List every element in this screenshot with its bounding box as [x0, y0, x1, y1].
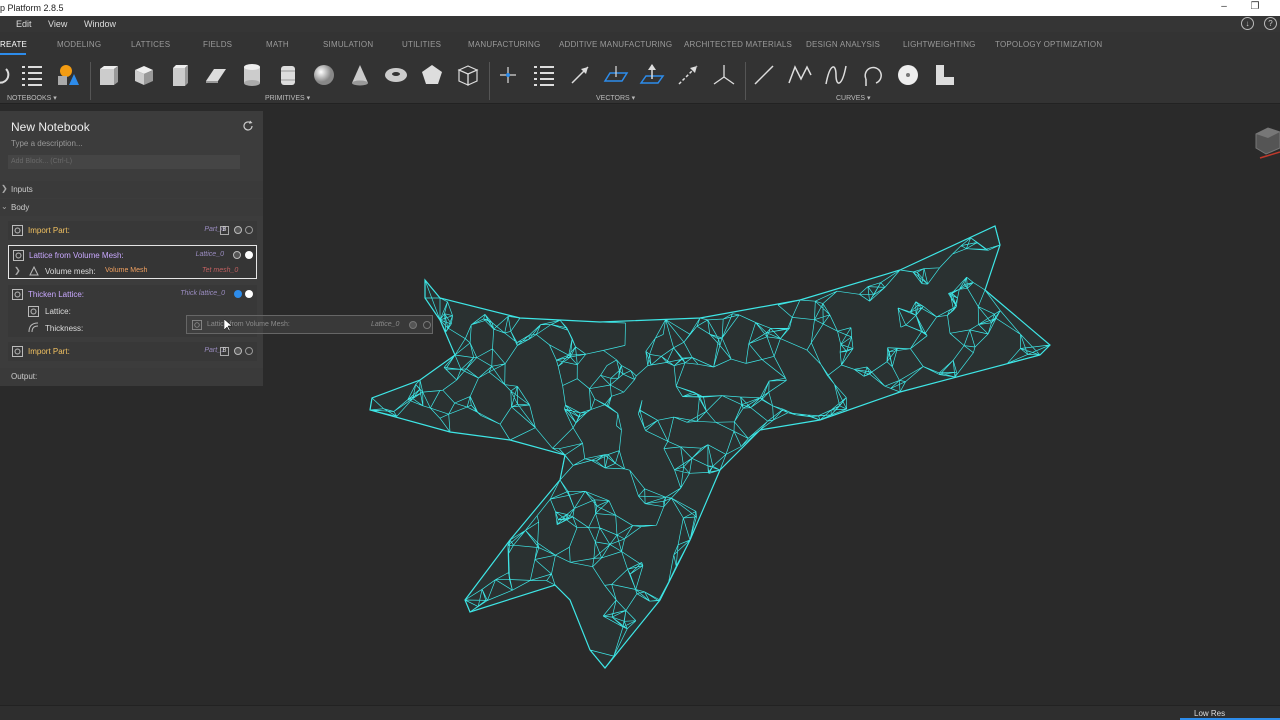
point-icon[interactable] — [494, 61, 522, 89]
vector-icon[interactable] — [566, 61, 594, 89]
plane-icon[interactable] — [202, 61, 230, 89]
tab-lattices[interactable]: LATTICES — [131, 40, 170, 49]
restore-icon[interactable]: ❐ — [1247, 1, 1263, 12]
thickness-input-icon — [28, 322, 39, 333]
capsule-icon[interactable] — [274, 61, 302, 89]
mesh-input-icon — [29, 266, 39, 276]
menu-bar: Edit View Window ↓ ? — [0, 16, 1280, 32]
toolbar: NOTEBOOKS ▾ PRIMITIVES ▾ VECTORS ▾ CURVE… — [0, 56, 1280, 104]
notebook-panel: New Notebook Type a description... Add B… — [0, 111, 263, 386]
add-block-input[interactable]: Add Block... (Ctrl-L) — [8, 155, 240, 169]
help-icon[interactable] — [234, 226, 242, 234]
visibility-icon — [423, 321, 431, 329]
arc-icon[interactable] — [858, 61, 886, 89]
circle-icon[interactable] — [894, 61, 922, 89]
status-bar: Low Res — [0, 705, 1280, 720]
help-icon — [409, 321, 417, 329]
cone-icon[interactable] — [346, 61, 374, 89]
block-icon — [192, 320, 202, 330]
download-icon[interactable]: ↓ — [1241, 17, 1254, 30]
tab-fields[interactable]: FIELDS — [203, 40, 232, 49]
visibility-icon[interactable] — [245, 251, 253, 259]
minimize-icon[interactable]: – — [1216, 1, 1232, 12]
toolbar-separator — [489, 62, 490, 100]
spline-icon[interactable] — [822, 61, 850, 89]
expand-icon[interactable]: ⌄ — [1, 202, 8, 211]
notebook-description[interactable]: Type a description... — [11, 139, 83, 148]
block-icon — [12, 225, 23, 236]
prism-icon[interactable] — [166, 61, 194, 89]
app-title: p Platform 2.8.5 — [0, 3, 64, 13]
body-section[interactable]: ⌄ Body — [0, 199, 263, 216]
tab-design-analysis[interactable]: DESIGN ANALYSIS — [806, 40, 880, 49]
binary-badge[interactable]: B — [220, 226, 229, 235]
active-tab-indicator — [0, 53, 26, 55]
shapes-icon[interactable] — [54, 61, 82, 89]
axes-icon[interactable] — [710, 61, 738, 89]
tab-architected-materials[interactable]: ARCHITECTED MATERIALS — [684, 40, 792, 49]
help-icon[interactable] — [234, 290, 242, 298]
group-label-curves[interactable]: CURVES ▾ — [836, 94, 871, 102]
notebook-title[interactable]: New Notebook — [11, 120, 90, 134]
toolbar-separator — [90, 62, 91, 100]
group-label-notebooks[interactable]: NOTEBOOKS ▾ — [7, 94, 57, 102]
tab-create[interactable]: REATE — [0, 40, 27, 49]
tab-math[interactable]: MATH — [266, 40, 289, 49]
lattice-input-icon — [28, 306, 39, 317]
tab-additive-manufacturing[interactable]: ADDITIVE MANUFACTURING — [559, 40, 672, 49]
tab-lightweighting[interactable]: LIGHTWEIGHTING — [903, 40, 976, 49]
cube-icon[interactable] — [130, 61, 158, 89]
dashed-vector-icon[interactable] — [674, 61, 702, 89]
torus-icon[interactable] — [382, 61, 410, 89]
pentagon-icon[interactable] — [418, 61, 446, 89]
wireframe-box-icon[interactable] — [454, 61, 482, 89]
cylinder-icon[interactable] — [238, 61, 266, 89]
tab-utilities[interactable]: UTILITIES — [402, 40, 441, 49]
tab-simulation[interactable]: SIMULATION — [323, 40, 373, 49]
refresh-icon[interactable] — [0, 61, 14, 89]
low-res-toggle[interactable]: Low Res — [1194, 709, 1225, 718]
visibility-icon[interactable] — [245, 226, 253, 234]
list-icon[interactable] — [18, 61, 46, 89]
point-list-icon[interactable] — [530, 61, 558, 89]
collapse-icon[interactable]: ❯ — [1, 184, 8, 193]
lattice-outline — [369, 225, 1051, 669]
group-label-primitives[interactable]: PRIMITIVES ▾ — [265, 94, 310, 102]
expand-input-icon[interactable]: ❯ — [14, 266, 21, 275]
menu-view[interactable]: View — [48, 19, 67, 29]
mouse-cursor-icon — [224, 319, 232, 331]
tab-modeling[interactable]: MODELING — [57, 40, 101, 49]
view-cube[interactable] — [1252, 124, 1280, 160]
help-icon[interactable] — [233, 251, 241, 259]
output-section: Output: — [0, 368, 263, 386]
menu-window[interactable]: Window — [84, 19, 116, 29]
line-icon[interactable] — [750, 61, 778, 89]
visibility-icon[interactable] — [245, 290, 253, 298]
title-bar: p Platform 2.8.5 – ❐ — [0, 0, 1280, 16]
ribbon-tabs: REATE MODELING LATTICES FIELDS MATH SIMU… — [0, 32, 1280, 56]
tab-topology-optimization[interactable]: TOPOLOGY OPTIMIZATION — [995, 40, 1102, 49]
block-icon — [13, 250, 24, 261]
normal-vector-icon[interactable] — [638, 61, 666, 89]
group-label-vectors[interactable]: VECTORS ▾ — [596, 94, 635, 102]
polyline-icon[interactable] — [786, 61, 814, 89]
tab-manufacturing[interactable]: MANUFACTURING — [468, 40, 540, 49]
plane-vector-icon[interactable] — [602, 61, 630, 89]
binary-badge[interactable]: B — [220, 347, 229, 356]
help-icon[interactable] — [234, 347, 242, 355]
block-import-part[interactable]: Import Part: Part_0 B — [8, 221, 257, 240]
help-icon[interactable]: ? — [1264, 17, 1277, 30]
profile-icon[interactable] — [930, 61, 958, 89]
menu-edit[interactable]: Edit — [16, 19, 32, 29]
visibility-icon[interactable] — [245, 347, 253, 355]
box-icon[interactable] — [94, 61, 122, 89]
block-lattice-from-volume-mesh[interactable]: Lattice from Volume Mesh: Lattice_0 ❯ Vo… — [8, 245, 257, 279]
toolbar-separator — [745, 62, 746, 100]
notebook-refresh-icon[interactable] — [242, 120, 254, 132]
block-icon — [12, 289, 23, 300]
block-import-part-2[interactable]: Import Part: Part_1 B — [8, 342, 257, 361]
block-icon — [12, 346, 23, 357]
inputs-section[interactable]: ❯ Inputs — [0, 181, 263, 198]
sphere-icon[interactable] — [310, 61, 338, 89]
